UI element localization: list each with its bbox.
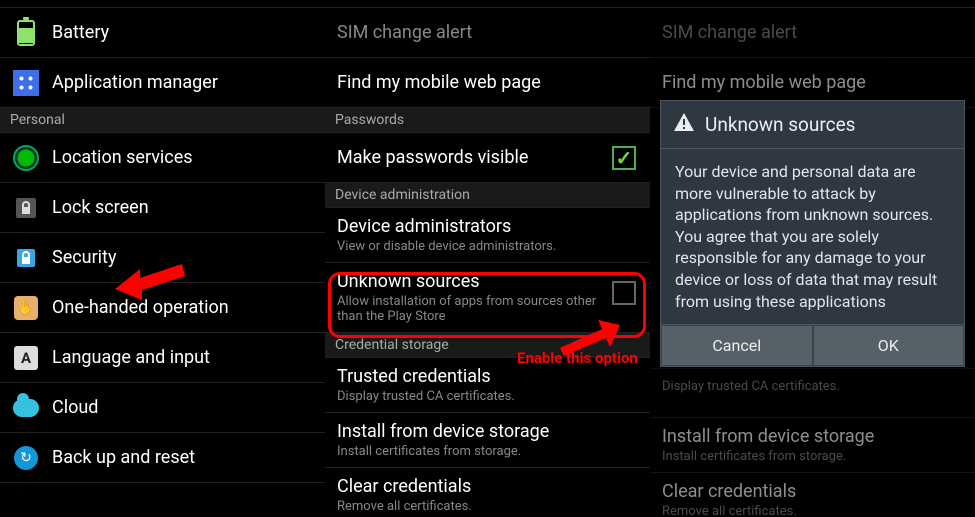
- settings-item-app-manager[interactable]: Application manager: [0, 58, 325, 108]
- label: Make passwords visible: [337, 147, 528, 168]
- section-personal: Personal: [0, 108, 325, 133]
- label: Find my mobile web page: [337, 72, 541, 93]
- settings-item-security[interactable]: Security: [0, 233, 325, 283]
- dimmed-item-install-storage: Install from device storage Install cert…: [650, 418, 975, 473]
- dialog-body: Your device and personal data are more v…: [661, 149, 964, 324]
- label: Find my mobile web page: [662, 72, 866, 93]
- dimmed-item-trusted-creds: Display trusted CA certificates.: [650, 368, 975, 418]
- dialog-unknown-sources: Unknown sources Your device and personal…: [660, 100, 965, 367]
- label: Lock screen: [52, 197, 149, 218]
- security-icon: [12, 244, 40, 272]
- ok-button[interactable]: OK: [813, 325, 965, 366]
- item-trusted-credentials[interactable]: Trusted credentials Display trusted CA c…: [325, 358, 650, 413]
- settings-item-language[interactable]: A Language and input: [0, 333, 325, 383]
- settings-item-cloud[interactable]: Cloud: [0, 383, 325, 433]
- settings-item-one-handed[interactable]: ✋ One-handed operation: [0, 283, 325, 333]
- dialog-title: Unknown sources: [661, 101, 964, 149]
- section-passwords: Passwords: [325, 108, 650, 133]
- location-icon: [12, 144, 40, 172]
- app-manager-icon: [12, 69, 40, 97]
- sublabel: Display trusted CA certificates.: [337, 389, 515, 404]
- checkbox-passwords-visible[interactable]: [612, 146, 636, 170]
- checkbox-unknown-sources[interactable]: [612, 281, 636, 305]
- one-handed-icon: ✋: [12, 294, 40, 322]
- label: SIM change alert: [662, 22, 797, 43]
- sublabel: Install certificates from storage.: [662, 449, 846, 464]
- label: Clear credentials: [337, 476, 471, 497]
- settings-item-backup[interactable]: ↻ Back up and reset: [0, 433, 325, 483]
- sublabel: Allow installation of apps from sources …: [337, 294, 602, 324]
- item-sim-change-alert[interactable]: SIM change alert: [325, 8, 650, 58]
- label: Application manager: [52, 72, 218, 93]
- label: Cloud: [52, 397, 98, 418]
- item-device-administrators[interactable]: Device administrators View or disable de…: [325, 208, 650, 263]
- settings-item-battery[interactable]: Battery: [0, 8, 325, 58]
- sublabel: Remove all certificates.: [337, 499, 472, 514]
- label: Device administrators: [337, 216, 511, 237]
- label: Back up and reset: [52, 447, 195, 468]
- section-device-admin: Device administration: [325, 183, 650, 208]
- cancel-button[interactable]: Cancel: [661, 325, 813, 366]
- dialog-title-text: Unknown sources: [705, 113, 855, 136]
- label: One-handed operation: [52, 297, 229, 318]
- label: Security: [52, 247, 116, 268]
- item-install-from-storage[interactable]: Install from device storage Install cert…: [325, 413, 650, 468]
- section-credential-storage: Credential storage: [325, 333, 650, 358]
- label: Trusted credentials: [337, 366, 491, 387]
- screen-security-settings: SIM change alert Find my mobile web page…: [325, 0, 650, 517]
- label: Clear credentials: [662, 481, 796, 502]
- screen-unknown-sources-dialog: SIM change alert Find my mobile web page…: [650, 0, 975, 517]
- label: Location services: [52, 147, 193, 168]
- sublabel: View or disable device administrators.: [337, 239, 556, 254]
- item-clear-credentials[interactable]: Clear credentials Remove all certificate…: [325, 468, 650, 517]
- label: Install from device storage: [337, 421, 549, 442]
- warning-icon: [673, 111, 695, 138]
- language-icon: A: [12, 344, 40, 372]
- label: Battery: [52, 22, 109, 43]
- sublabel: Install certificates from storage.: [337, 444, 521, 459]
- dimmed-item-sim-alert: SIM change alert: [650, 8, 975, 58]
- sublabel: Display trusted CA certificates.: [662, 379, 840, 394]
- label: Unknown sources: [337, 271, 480, 292]
- settings-item-lock-screen[interactable]: Lock screen: [0, 183, 325, 233]
- dimmed-item-clear-creds: Clear credentials Remove all certificate…: [650, 473, 975, 517]
- cloud-icon: [12, 394, 40, 422]
- backup-icon: ↻: [12, 444, 40, 472]
- item-unknown-sources[interactable]: Unknown sources Allow installation of ap…: [325, 263, 650, 333]
- label: Install from device storage: [662, 426, 874, 447]
- label: SIM change alert: [337, 22, 472, 43]
- label: Language and input: [52, 347, 210, 368]
- lock-screen-icon: [12, 194, 40, 222]
- item-find-my-mobile[interactable]: Find my mobile web page: [325, 58, 650, 108]
- settings-item-location[interactable]: Location services: [0, 133, 325, 183]
- item-make-passwords-visible[interactable]: Make passwords visible: [325, 133, 650, 183]
- screen-settings-list: Battery Application manager Personal Loc…: [0, 0, 325, 517]
- battery-icon: [12, 19, 40, 47]
- sublabel: Remove all certificates.: [662, 504, 797, 517]
